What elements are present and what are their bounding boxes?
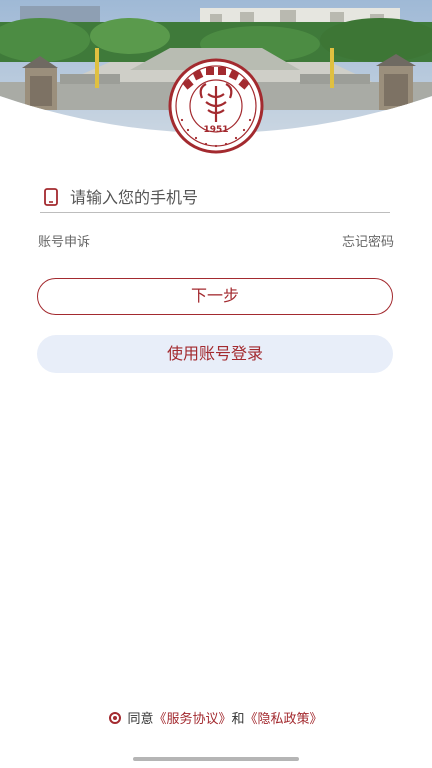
home-indicator <box>133 757 299 761</box>
agreement-row: 同意《服务协议》和《隐私政策》 <box>0 708 432 727</box>
service-agreement-link[interactable]: 《服务协议》 <box>153 712 231 727</box>
phone-icon <box>44 188 58 206</box>
agreement-prefix: 同意 <box>127 712 154 727</box>
login-screen: 1951 账号申诉 忘记密码 下一步 使用账 <box>0 0 432 768</box>
account-login-button[interactable]: 使用账号登录 <box>37 335 393 373</box>
agreement-conjunction: 和 <box>231 712 245 727</box>
phone-field[interactable] <box>40 184 390 213</box>
logo-year: 1951 <box>203 125 228 135</box>
university-logo: 1951 <box>162 58 270 154</box>
account-appeal-link[interactable]: 账号申诉 <box>38 231 90 250</box>
privacy-policy-link[interactable]: 《隐私政策》 <box>245 712 323 727</box>
forgot-password-link[interactable]: 忘记密码 <box>342 231 394 250</box>
next-step-button[interactable]: 下一步 <box>37 278 393 315</box>
agreement-radio[interactable] <box>109 712 122 724</box>
phone-input[interactable] <box>70 184 380 210</box>
